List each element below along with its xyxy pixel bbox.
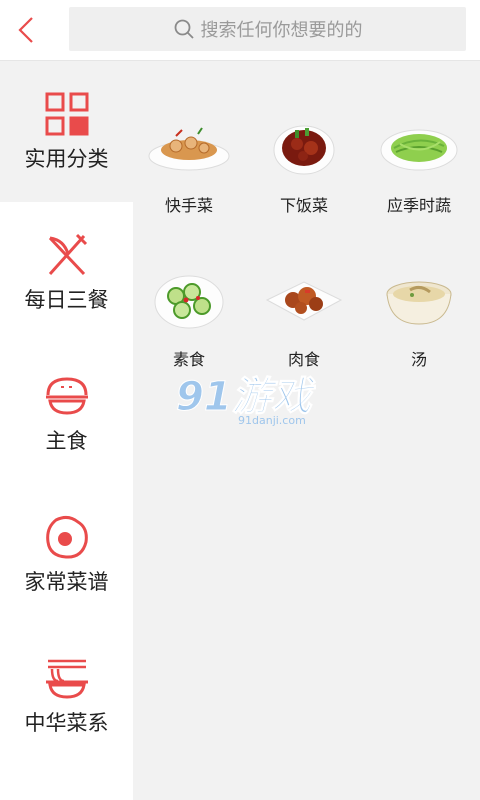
sidebar-item-label: 每日三餐: [24, 287, 109, 312]
chicken-dish-icon: [261, 270, 347, 332]
category-label: 快手菜: [164, 196, 213, 215]
chevron-left-icon: [18, 17, 33, 43]
rice-bowl-icon: [44, 373, 90, 419]
fork-knife-icon: [44, 232, 90, 278]
sidebar-item-chinese-cuisines[interactable]: 中华菜系: [0, 625, 133, 766]
sidebar-item-label: 家常菜谱: [24, 569, 109, 594]
category-label: 应季时蔬: [386, 196, 451, 215]
category-label: 下饭菜: [279, 196, 328, 215]
watermark-logo: 91游戏 91danji.com: [176, 370, 318, 430]
category-label: 素食: [172, 350, 205, 369]
category-seasonal-vegetables[interactable]: 应季时蔬: [360, 116, 478, 246]
noodle-bowl-icon: [44, 655, 90, 701]
search-placeholder: 搜索任何你想要的的: [200, 20, 363, 41]
category-label: 肉食: [287, 350, 320, 369]
sidebar-item-label: 主食: [45, 428, 88, 453]
grid-icon: [44, 91, 90, 137]
fried-egg-icon: [44, 514, 90, 560]
watermark-url: 91danji.com: [238, 414, 306, 427]
cucumber-dish-icon: [146, 270, 232, 332]
top-bar: 搜索任何你想要的的: [0, 0, 480, 61]
lotus-root-dish-icon: [146, 116, 232, 178]
search-icon: [173, 18, 195, 40]
category-quick-dishes[interactable]: 快手菜: [130, 116, 248, 246]
braised-meat-dish-icon: [261, 116, 347, 178]
sidebar-item-label: 中华菜系: [24, 710, 109, 735]
category-sidebar: 实用分类 每日三餐 主食 家常菜谱 中华菜系: [0, 61, 133, 800]
sidebar-item-staple-food[interactable]: 主食: [0, 343, 133, 484]
sidebar-item-label: 实用分类: [24, 146, 109, 171]
soup-bowl-icon: [376, 270, 462, 332]
green-vegetable-dish-icon: [376, 116, 462, 178]
category-soup[interactable]: 汤: [360, 270, 478, 400]
sidebar-item-practical-categories[interactable]: 实用分类: [0, 61, 133, 202]
sidebar-item-three-meals[interactable]: 每日三餐: [0, 202, 133, 343]
category-label: 汤: [410, 350, 427, 369]
sidebar-item-home-recipes[interactable]: 家常菜谱: [0, 484, 133, 625]
category-rice-dishes[interactable]: 下饭菜: [245, 116, 363, 246]
search-input[interactable]: 搜索任何你想要的的: [69, 7, 466, 51]
back-button[interactable]: [8, 12, 44, 48]
